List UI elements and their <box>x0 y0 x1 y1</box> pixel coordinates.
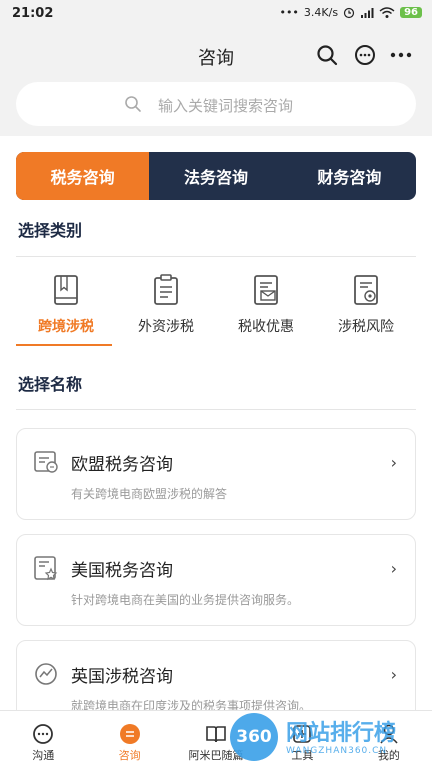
battery-indicator: 96 <box>400 7 422 18</box>
status-time: 21:02 <box>12 6 54 21</box>
consult-card[interactable]: 英国涉税咨询 就跨境电商在印度涉及的税务事项提供咨询。 › <box>16 640 416 720</box>
card-description: 针对跨境电商在美国的业务提供咨询服务。 <box>71 593 300 607</box>
category-underline <box>16 344 112 346</box>
chevron-right-icon: › <box>390 665 397 684</box>
watermark-subtext: WANGZHAN360.CN <box>286 746 388 756</box>
watermark-logo: 360 网站排行榜 WANGZHAN360.CN <box>230 713 432 768</box>
clipboard-icon <box>154 274 178 305</box>
wifi-icon <box>379 6 395 18</box>
tab-consult[interactable]: 咨询 <box>86 711 172 768</box>
chat-card-icon <box>34 451 58 473</box>
consult-type-tabs: 税务咨询 法务咨询 财务咨询 <box>16 152 416 200</box>
document-mail-icon <box>254 275 278 305</box>
card-title: 英国涉税咨询 <box>71 667 173 687</box>
more-icon[interactable] <box>390 44 412 66</box>
status-bar: 21:02 ••• 3.4K/s 96 <box>0 0 432 28</box>
card-title: 欧盟税务咨询 <box>71 455 173 475</box>
watermark-text: 网站排行榜 <box>286 721 397 746</box>
search-input[interactable]: 输入关键词搜索咨询 <box>16 82 416 126</box>
search-area: 输入关键词搜索咨询 <box>0 80 432 136</box>
category-label: 跨境涉税 <box>38 319 94 335</box>
message-icon[interactable] <box>354 44 376 66</box>
tab-communicate[interactable]: 沟通 <box>0 711 86 768</box>
status-right: ••• 3.4K/s 96 <box>279 6 422 19</box>
signal-icon <box>361 7 374 18</box>
network-speed: 3.4K/s <box>303 6 339 19</box>
chat-icon <box>33 724 54 744</box>
star-doc-icon <box>34 556 58 581</box>
search-field-icon <box>125 96 141 112</box>
category-label: 外资涉税 <box>138 319 194 335</box>
dots-indicator: ••• <box>279 6 299 19</box>
category-section-title: 选择类别 <box>18 221 83 240</box>
category-list: 跨境涉税 外资涉税 税收优惠 涉税风险 <box>16 268 416 346</box>
search-placeholder: 输入关键词搜索咨询 <box>158 97 294 115</box>
consult-card[interactable]: 欧盟税务咨询 有关跨境电商欧盟涉税的解答 › <box>16 428 416 520</box>
chevron-right-icon: › <box>390 559 397 578</box>
open-book-icon <box>206 726 226 743</box>
category-cross-border[interactable]: 跨境涉税 <box>16 268 116 346</box>
category-label: 税收优惠 <box>238 319 294 335</box>
tab-tax-consult[interactable]: 税务咨询 <box>16 152 150 200</box>
tab-label: 沟通 <box>32 749 55 762</box>
consult-icon <box>119 724 140 744</box>
book-icon <box>54 275 78 305</box>
refresh-chart-icon <box>35 663 57 685</box>
tab-label: 咨询 <box>118 749 141 762</box>
watermark-badge: 360 <box>230 713 278 761</box>
nav-bar: 咨询 <box>0 28 432 80</box>
chevron-right-icon: › <box>390 453 397 472</box>
name-section-title: 选择名称 <box>18 375 83 394</box>
alarm-icon <box>343 7 355 18</box>
category-preferential[interactable]: 税收优惠 <box>216 268 316 346</box>
card-description: 有关跨境电商欧盟涉税的解答 <box>71 487 228 501</box>
divider <box>16 409 416 410</box>
category-foreign[interactable]: 外资涉税 <box>116 268 216 346</box>
consult-card[interactable]: 美国税务咨询 针对跨境电商在美国的业务提供咨询服务。 › <box>16 534 416 626</box>
tab-finance-consult[interactable]: 财务咨询 <box>283 152 416 200</box>
card-title: 美国税务咨询 <box>71 561 173 581</box>
category-risk[interactable]: 涉税风险 <box>316 268 416 346</box>
tab-legal-consult[interactable]: 法务咨询 <box>149 152 282 200</box>
category-label: 涉税风险 <box>338 319 394 335</box>
divider <box>16 256 416 257</box>
search-icon[interactable] <box>316 44 338 66</box>
document-shield-icon <box>354 275 378 305</box>
